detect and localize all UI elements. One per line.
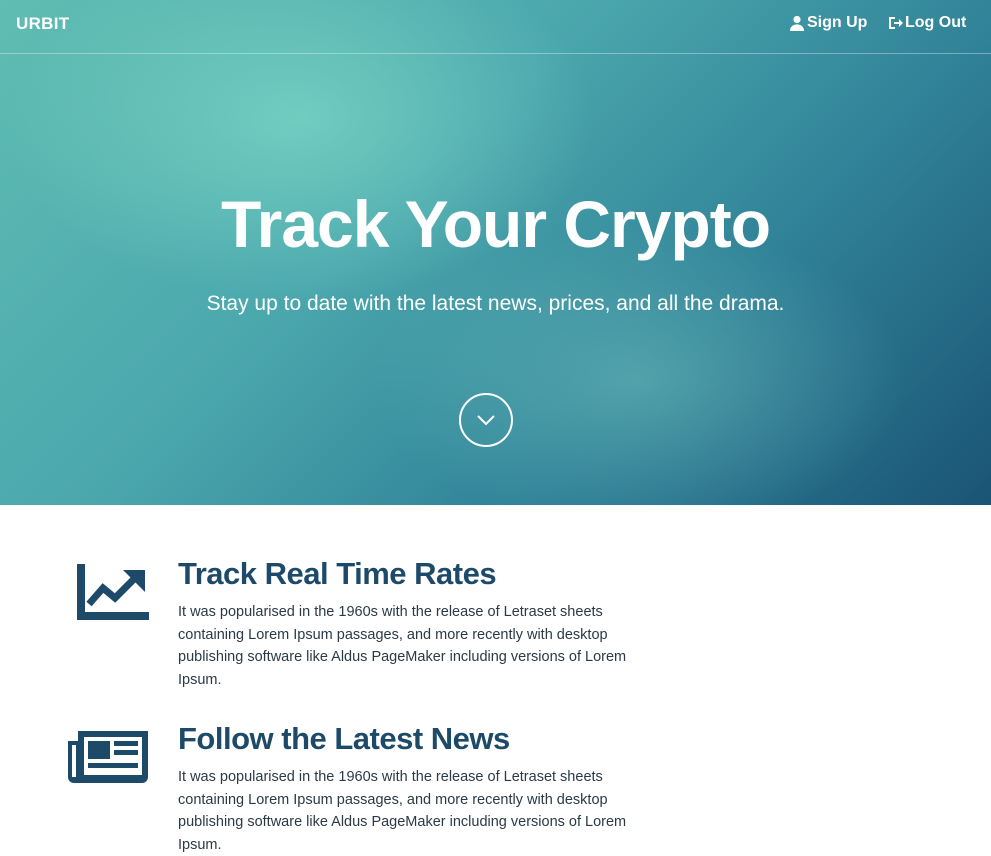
feature-title: Track Real Time Rates (178, 556, 497, 591)
logout-link[interactable]: Log Out (887, 14, 966, 32)
line-chart-icon (77, 564, 149, 620)
navbar: URBIT Sign Up Log Out (0, 0, 991, 54)
feature-text: It was popularised in the 1960s with the… (178, 604, 627, 688)
user-icon (790, 15, 804, 31)
brand-logo[interactable]: URBIT (16, 14, 69, 34)
feature-title: Follow the Latest News (178, 721, 510, 756)
hero-subtitle: Stay up to date with the latest news, pr… (206, 292, 785, 315)
newspaper-icon (68, 731, 148, 783)
feature-text: It was popularised in the 1960s with the… (178, 769, 627, 853)
chevron-down-icon (477, 415, 495, 426)
signup-link[interactable]: Sign Up (789, 14, 867, 32)
hero-title: Track Your Crypto (220, 187, 771, 261)
sign-out-icon (889, 17, 903, 29)
signup-label: Sign Up (807, 14, 868, 31)
scroll-down-button[interactable] (459, 393, 513, 447)
hero-section: URBIT Sign Up Log Out Track Your Crypto … (0, 0, 991, 505)
logout-label: Log Out (905, 14, 967, 31)
